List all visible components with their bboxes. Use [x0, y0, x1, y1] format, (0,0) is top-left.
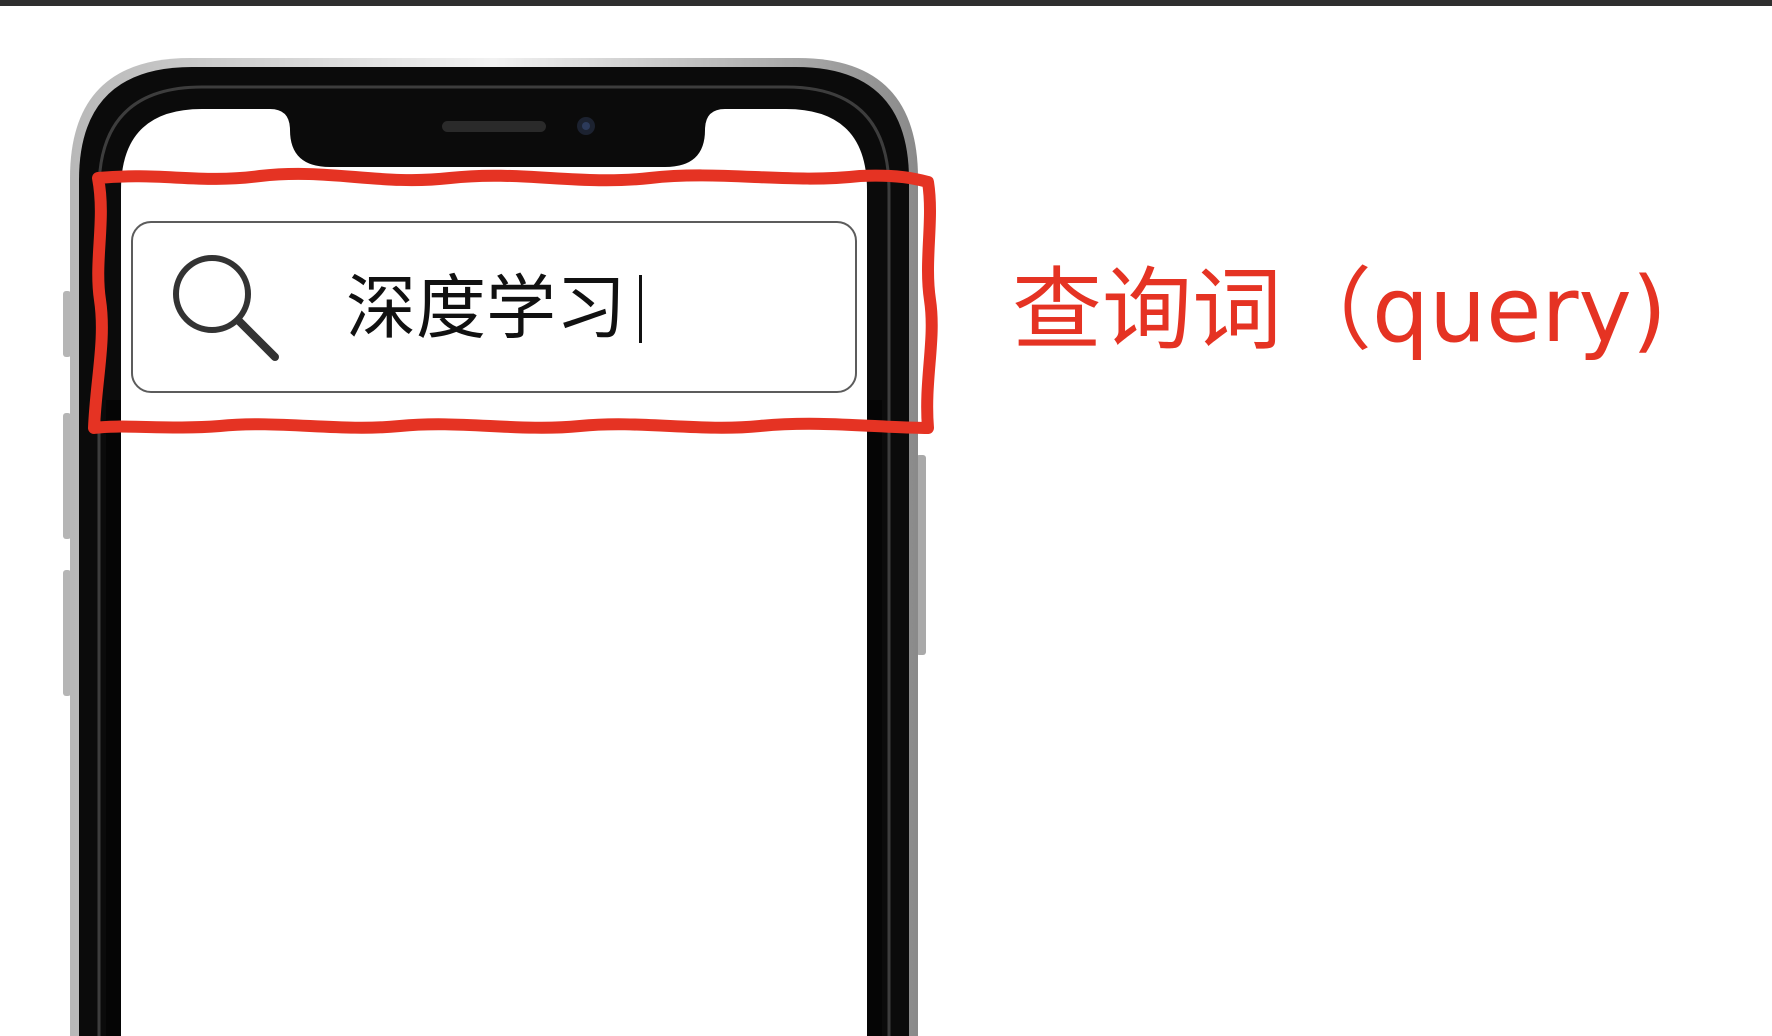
search-icon[interactable]: [169, 251, 279, 361]
front-camera-lens: [582, 122, 590, 130]
phone-notch: [270, 109, 725, 167]
annotation-label: 查询词（query): [1012, 258, 1667, 363]
search-bar[interactable]: 深度学习: [131, 221, 857, 393]
text-caret: [639, 275, 642, 343]
speaker-grille: [442, 121, 546, 132]
search-input[interactable]: 深度学习: [346, 268, 626, 348]
volume-up-button: [63, 413, 71, 539]
screen-edge-left: [106, 400, 121, 1036]
silent-switch: [63, 291, 71, 357]
phone-frame: [63, 58, 926, 1036]
volume-down-button: [63, 570, 71, 696]
screen-edge-right: [867, 400, 882, 1036]
